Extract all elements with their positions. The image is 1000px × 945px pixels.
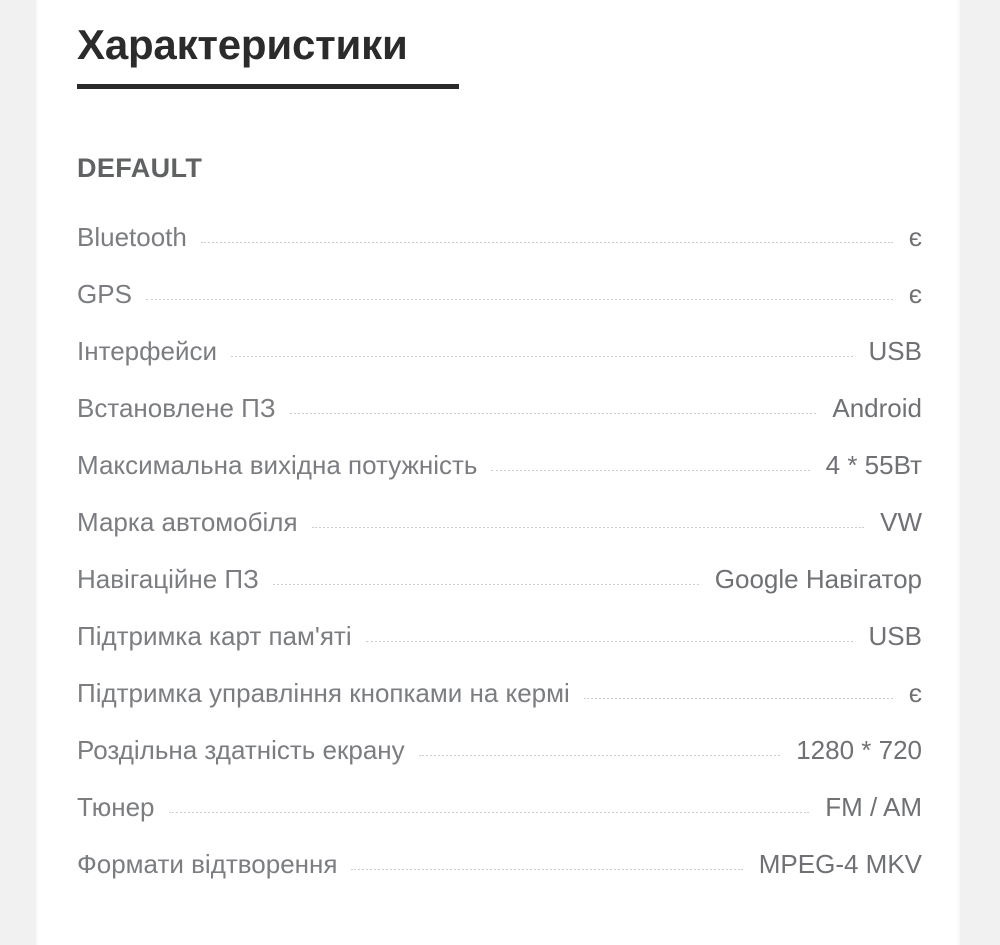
spec-value: є [908, 279, 922, 309]
spec-label: Інтерфейси [77, 336, 218, 366]
spec-value: 4 * 55Вт [825, 450, 922, 480]
spec-row: Bluetooth є [77, 222, 922, 279]
specification-list: Bluetooth є GPS є Інтерфейси USB Встановлене П… [77, 184, 922, 906]
spec-value: Android [832, 393, 922, 423]
spec-value: MPEG-4 MKV [758, 849, 922, 879]
content-card: Характеристики DEFAULT Bluetooth є GPS є Інт… [36, 0, 960, 945]
spec-value: Google Навігатор [714, 564, 922, 594]
spec-leader-dots [231, 356, 853, 357]
spec-leader-dots [289, 413, 817, 414]
spec-leader-dots [168, 812, 810, 813]
spec-row: Максимальна вихідна потужність 4 * 55Вт [77, 450, 922, 507]
spec-row: Формати відтворення MPEG-4 MKV [77, 849, 922, 906]
spec-row: Підтримка карт пам'яті USB [77, 621, 922, 678]
spec-label: Підтримка управління кнопками на кермі [77, 678, 570, 708]
spec-value: USB [868, 336, 922, 366]
spec-row: Підтримка управління кнопками на кермі є [77, 678, 922, 735]
spec-leader-dots [145, 299, 893, 300]
spec-row: Інтерфейси USB [77, 336, 922, 393]
spec-leader-dots [583, 698, 893, 699]
spec-value: є [908, 222, 922, 252]
spec-label: Навігаційне ПЗ [77, 564, 259, 594]
spec-leader-dots [351, 869, 743, 870]
spec-leader-dots [272, 584, 699, 585]
specifications-page: Характеристики DEFAULT Bluetooth є GPS є Інт… [0, 0, 1000, 945]
section-header-default: DEFAULT [77, 153, 203, 183]
spec-row: GPS є [77, 279, 922, 336]
spec-value: VW [880, 507, 922, 537]
spec-value: USB [868, 621, 922, 651]
spec-label: Роздільна здатність екрану [77, 735, 405, 765]
spec-leader-dots [491, 470, 810, 471]
spec-label: Формати відтворення [77, 849, 338, 879]
spec-value: 1280 * 720 [796, 735, 922, 765]
spec-leader-dots [365, 641, 853, 642]
content-column: Характеристики DEFAULT Bluetooth є GPS є Інт… [77, 0, 922, 906]
spec-row: Марка автомобіля VW [77, 507, 922, 564]
spec-leader-dots [311, 527, 865, 528]
spec-leader-dots [200, 242, 893, 243]
spec-value: FM / AM [825, 792, 922, 822]
spec-leader-dots [418, 755, 781, 756]
spec-label: Тюнер [77, 792, 155, 822]
spec-row: Роздільна здатність екрану 1280 * 720 [77, 735, 922, 792]
spec-label: Марка автомобіля [77, 507, 298, 537]
spec-value: є [908, 678, 922, 708]
spec-label: Bluetooth [77, 222, 187, 252]
spec-label: Максимальна вихідна потужність [77, 450, 478, 480]
spec-row: Тюнер FM / AM [77, 792, 922, 849]
spec-row: Навігаційне ПЗ Google Навігатор [77, 564, 922, 621]
spec-label: Підтримка карт пам'яті [77, 621, 352, 651]
spec-label: GPS [77, 279, 132, 309]
spec-row: Встановлене ПЗ Android [77, 393, 922, 450]
page-title: Характеристики [77, 21, 408, 68]
spec-label: Встановлене ПЗ [77, 393, 276, 423]
